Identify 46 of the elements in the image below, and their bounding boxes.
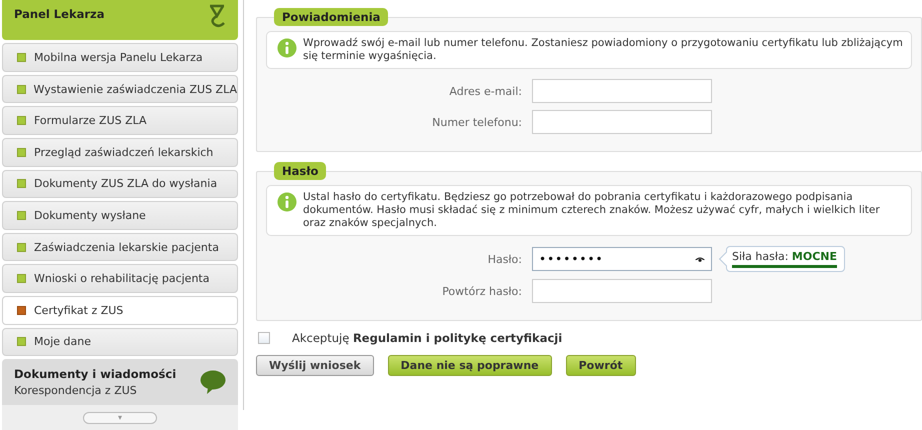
bullet-icon xyxy=(17,179,26,188)
action-button[interactable]: Powrót xyxy=(566,355,636,376)
eye-icon[interactable] xyxy=(695,256,705,262)
sidebar-item[interactable]: Zaświadczenia lekarskie pacjenta xyxy=(2,232,238,262)
strength-text: Siła hasła: MOCNE xyxy=(732,250,838,263)
sidebar-item[interactable]: Formularze ZUS ZLA xyxy=(2,106,238,135)
section-legend: Powiadomienia xyxy=(274,8,388,26)
bullet-icon xyxy=(17,306,26,315)
panel-title: Panel Lekarza xyxy=(14,6,104,23)
bullet-icon xyxy=(17,210,26,220)
bullet-icon xyxy=(17,116,26,126)
field-label: Hasło: xyxy=(486,252,522,266)
sidebar-item[interactable]: Dokumenty ZUS ZLA do wysłania xyxy=(2,170,238,198)
sidebar-item[interactable]: Wnioski o rehabilitację pacjenta xyxy=(2,264,238,293)
section-subtitle: Korespondencja z ZUS xyxy=(14,384,137,398)
accept-checkbox[interactable] xyxy=(258,332,270,344)
info-text: Wprowadź swój e-mail lub numer telefonu. Zostaniesz powiadomiony o przygotowaniu certyfikatu lub zbliżającym się terminie wygaśnięcia. xyxy=(303,37,903,62)
action-button[interactable]: Wyślij wniosek xyxy=(256,355,374,376)
field-label: Powtórz hasło: xyxy=(441,284,522,298)
sidebar-section[interactable]: Dokumenty i wiadomości Korespondencja z ZUS xyxy=(2,359,238,406)
sidebar-item[interactable]: Mobilna wersja Panelu Lekarza xyxy=(2,43,238,72)
section-legend: Hasło xyxy=(274,162,326,180)
bullet-icon xyxy=(17,84,26,94)
field-label: Adres e-mail: xyxy=(448,84,522,98)
sidebar-item[interactable]: Certyfikat z ZUS xyxy=(2,296,238,325)
sidebar-item[interactable]: Wystawienie zaświadczenia ZUS ZLA xyxy=(2,74,238,104)
info-text: Ustal hasło do certyfikatu. Będziesz go potrzebował do pobrania certyfikatu i każdorazowego podpisania dokumentów. Hasło musi składać się z minimum czterech znaków. Możesz używać cyfr, małych i wielkich liter oraz znaków specjalnych. xyxy=(303,191,880,229)
password-field[interactable]: •••••••• xyxy=(532,247,712,271)
accept-label: Akceptuję Regulamin i politykę certyfikacji xyxy=(292,331,562,345)
bullet-icon xyxy=(17,274,26,284)
sidebar-item[interactable]: Przegląd zaświadczeń lekarskich xyxy=(2,138,238,167)
bullet-icon xyxy=(17,337,26,346)
section-title: Dokumenty i wiadomości xyxy=(14,367,176,382)
input-field[interactable] xyxy=(532,110,712,134)
info-icon xyxy=(277,192,297,212)
speech-bubble-icon xyxy=(200,370,226,394)
field-label: Numer telefonu: xyxy=(431,116,522,128)
input-field[interactable] xyxy=(532,279,712,303)
action-button[interactable]: Dane nie są poprawne xyxy=(388,355,552,376)
sidebar-item[interactable]: Moje dane xyxy=(2,328,238,356)
bullet-icon xyxy=(17,242,26,252)
info-icon xyxy=(277,38,297,58)
sidebar-item[interactable]: Dokumenty wysłane xyxy=(2,201,238,230)
bullet-icon xyxy=(17,148,26,157)
input-field[interactable] xyxy=(532,79,712,103)
bullet-icon xyxy=(17,52,26,62)
